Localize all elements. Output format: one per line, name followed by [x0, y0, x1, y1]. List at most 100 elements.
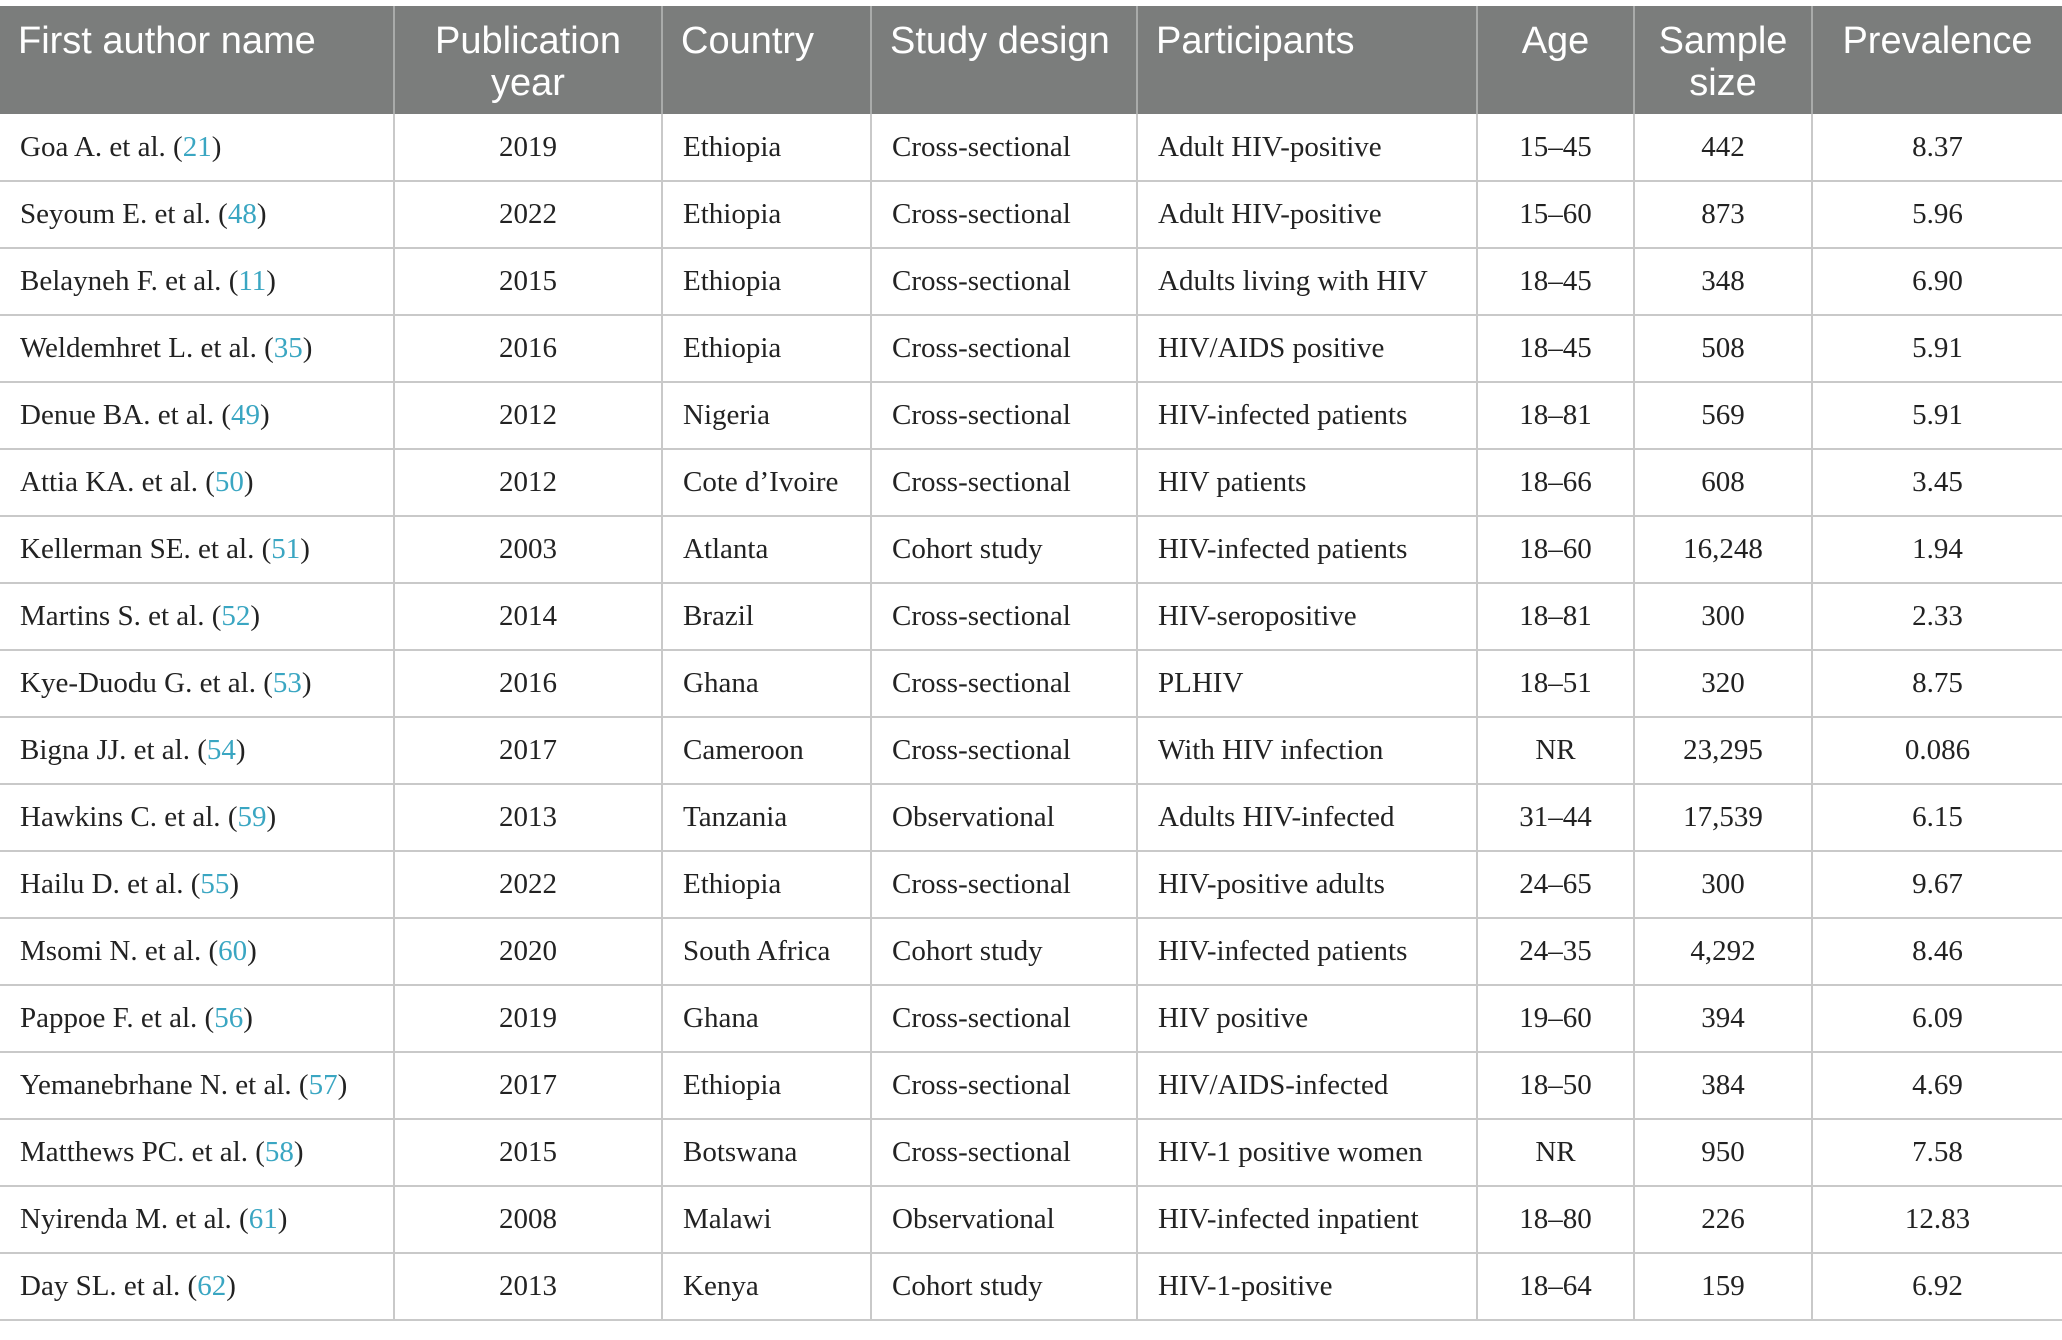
- header-prevalence: Prevalence: [1812, 6, 2062, 114]
- cell-author: Matthews PC. et al. (58): [0, 1119, 395, 1187]
- cell-participants: HIV-positive adults: [1137, 851, 1478, 919]
- table-row: Yemanebrhane N. et al. (57) 2017 Ethiopia C…: [0, 1052, 2062, 1120]
- cell-year: 2012: [394, 449, 663, 517]
- cell-year: 2016: [394, 315, 663, 383]
- cell-country: Nigeria: [662, 382, 872, 450]
- cell-prevalence: 5.91: [1812, 315, 2062, 383]
- reference-link[interactable]: 53: [273, 667, 302, 699]
- cell-age: 18–50: [1477, 1052, 1635, 1120]
- author-name: Hailu D. et al.: [20, 868, 184, 900]
- cell-age: 31–44: [1477, 784, 1635, 852]
- reference-link[interactable]: 58: [265, 1136, 294, 1168]
- table-row: Martins S. et al. (52) 2014 Brazil Cross-se…: [0, 583, 2062, 651]
- author-name: Yemanebrhane N. et al.: [20, 1069, 292, 1101]
- cell-country: Atlanta: [662, 516, 872, 584]
- cell-year: 2015: [394, 1119, 663, 1187]
- cell-participants: HIV-1-positive: [1137, 1253, 1478, 1321]
- table-row: Weldemhret L. et al. (35) 2016 Ethiopia Cro…: [0, 315, 2062, 383]
- cell-age: 18–80: [1477, 1186, 1635, 1254]
- table-header-row: First author name Publication year Count…: [0, 6, 2062, 114]
- author-name: Weldemhret L. et al.: [20, 332, 257, 364]
- cell-design: Cohort study: [871, 1253, 1138, 1321]
- cell-prevalence: 4.69: [1812, 1052, 2062, 1120]
- cell-sample-size: 226: [1634, 1186, 1813, 1254]
- cell-sample-size: 569: [1634, 382, 1813, 450]
- reference-link[interactable]: 55: [200, 868, 229, 900]
- author-name: Seyoum E. et al.: [20, 198, 211, 230]
- cell-year: 2020: [394, 918, 663, 986]
- cell-participants: HIV positive: [1137, 985, 1478, 1053]
- cell-author: Belayneh F. et al. (11): [0, 248, 395, 316]
- cell-author: Day SL. et al. (62): [0, 1253, 395, 1321]
- header-year: Publication year: [394, 6, 663, 114]
- reference-link[interactable]: 61: [249, 1203, 278, 1235]
- cell-prevalence: 8.46: [1812, 918, 2062, 986]
- cell-participants: HIV/AIDS positive: [1137, 315, 1478, 383]
- reference-link[interactable]: 49: [231, 399, 260, 431]
- cell-participants: Adult HIV-positive: [1137, 181, 1478, 249]
- author-name: Day SL. et al.: [20, 1270, 181, 1302]
- reference-link[interactable]: 11: [238, 265, 266, 297]
- table-body: Goa A. et al. (21) 2019 Ethiopia Cross-sect…: [0, 114, 2062, 1321]
- cell-country: Ethiopia: [662, 114, 872, 182]
- cell-author: Denue BA. et al. (49): [0, 382, 395, 450]
- reference-link[interactable]: 60: [218, 935, 247, 967]
- cell-design: Cross-sectional: [871, 985, 1138, 1053]
- cell-sample-size: 16,248: [1634, 516, 1813, 584]
- cell-author: Weldemhret L. et al. (35): [0, 315, 395, 383]
- reference-link[interactable]: 51: [271, 533, 300, 565]
- cell-sample-size: 17,539: [1634, 784, 1813, 852]
- cell-prevalence: 6.15: [1812, 784, 2062, 852]
- cell-country: Botswana: [662, 1119, 872, 1187]
- reference-link[interactable]: 48: [228, 198, 257, 230]
- header-participants: Participants: [1137, 6, 1478, 114]
- cell-prevalence: 8.75: [1812, 650, 2062, 718]
- header-author: First author name: [0, 6, 395, 114]
- cell-participants: HIV-infected inpatient: [1137, 1186, 1478, 1254]
- cell-country: Ghana: [662, 650, 872, 718]
- cell-participants: HIV-1 positive women: [1137, 1119, 1478, 1187]
- cell-prevalence: 1.94: [1812, 516, 2062, 584]
- cell-prevalence: 9.67: [1812, 851, 2062, 919]
- header-design: Study design: [871, 6, 1138, 114]
- reference-link[interactable]: 59: [237, 801, 266, 833]
- reference-link[interactable]: 21: [183, 131, 212, 163]
- cell-author: Seyoum E. et al. (48): [0, 181, 395, 249]
- cell-country: Ghana: [662, 985, 872, 1053]
- reference-link[interactable]: 50: [215, 466, 244, 498]
- table-row: Goa A. et al. (21) 2019 Ethiopia Cross-sect…: [0, 114, 2062, 182]
- cell-design: Cohort study: [871, 516, 1138, 584]
- cell-author: Nyirenda M. et al. (61): [0, 1186, 395, 1254]
- reference-link[interactable]: 54: [207, 734, 236, 766]
- cell-sample-size: 873: [1634, 181, 1813, 249]
- cell-age: 18–66: [1477, 449, 1635, 517]
- cell-year: 2017: [394, 1052, 663, 1120]
- header-country: Country: [662, 6, 872, 114]
- reference-link[interactable]: 57: [309, 1069, 338, 1101]
- cell-country: Brazil: [662, 583, 872, 651]
- cell-participants: With HIV infection: [1137, 717, 1478, 785]
- table-row: Hailu D. et al. (55) 2022 Ethiopia Cross-se…: [0, 851, 2062, 919]
- table-row: Bigna JJ. et al. (54) 2017 Cameroon Cross-s…: [0, 717, 2062, 785]
- cell-author: Kellerman SE. et al. (51): [0, 516, 395, 584]
- reference-link[interactable]: 56: [214, 1002, 243, 1034]
- cell-year: 2013: [394, 784, 663, 852]
- author-name: Belayneh F. et al.: [20, 265, 222, 297]
- table-row: Attia KA. et al. (50) 2012 Cote d’Ivoire Cr…: [0, 449, 2062, 517]
- cell-participants: HIV-infected patients: [1137, 382, 1478, 450]
- table-row: Kellerman SE. et al. (51) 2003 Atlanta Coho…: [0, 516, 2062, 584]
- author-name: Attia KA. et al.: [20, 466, 198, 498]
- reference-link[interactable]: 62: [197, 1270, 226, 1302]
- cell-participants: HIV-infected patients: [1137, 918, 1478, 986]
- cell-prevalence: 3.45: [1812, 449, 2062, 517]
- cell-year: 2022: [394, 851, 663, 919]
- table-row: Denue BA. et al. (49) 2012 Nigeria Cross-se…: [0, 382, 2062, 450]
- reference-link[interactable]: 35: [274, 332, 303, 364]
- cell-sample-size: 608: [1634, 449, 1813, 517]
- cell-participants: HIV patients: [1137, 449, 1478, 517]
- cell-prevalence: 2.33: [1812, 583, 2062, 651]
- table-row: Nyirenda M. et al. (61) 2008 Malawi Observa…: [0, 1186, 2062, 1254]
- cell-design: Cross-sectional: [871, 114, 1138, 182]
- table-row: Hawkins C. et al. (59) 2013 Tanzania Observ…: [0, 784, 2062, 852]
- reference-link[interactable]: 52: [221, 600, 250, 632]
